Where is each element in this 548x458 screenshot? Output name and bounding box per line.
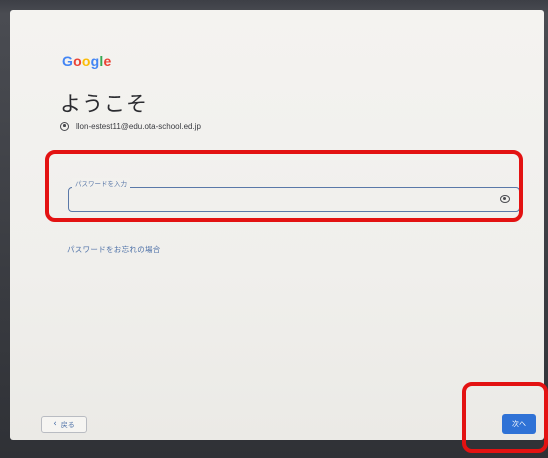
logo-letter: o bbox=[73, 53, 82, 69]
forgot-password-link[interactable]: パスワードをお忘れの場合 bbox=[67, 244, 161, 255]
logo-letter: o bbox=[81, 53, 91, 69]
account-circle-icon bbox=[60, 122, 69, 131]
logo-letter: e bbox=[103, 53, 112, 69]
chevron-left-icon: ‹ bbox=[53, 419, 57, 429]
photo-frame: Google ようこそ llon-estest11@edu.ota-school… bbox=[0, 0, 548, 458]
logo-letter: G bbox=[62, 53, 74, 69]
login-screen: Google ようこそ llon-estest11@edu.ota-school… bbox=[10, 10, 544, 440]
password-input[interactable] bbox=[68, 187, 520, 212]
account-email: llon-estest11@edu.ota-school.ed.jp bbox=[76, 122, 201, 131]
next-button-label: 次へ bbox=[512, 420, 526, 428]
next-button[interactable]: 次へ bbox=[502, 414, 536, 434]
eye-icon[interactable] bbox=[500, 195, 510, 203]
account-chip[interactable]: llon-estest11@edu.ota-school.ed.jp bbox=[60, 122, 201, 131]
google-logo: Google bbox=[62, 53, 111, 69]
back-button[interactable]: ‹ 戻る bbox=[41, 416, 87, 433]
password-field-label: パスワードを入力 bbox=[72, 178, 130, 188]
back-button-label: 戻る bbox=[60, 420, 75, 429]
logo-letter: g bbox=[90, 53, 100, 69]
page-title: ようこそ bbox=[60, 92, 148, 116]
